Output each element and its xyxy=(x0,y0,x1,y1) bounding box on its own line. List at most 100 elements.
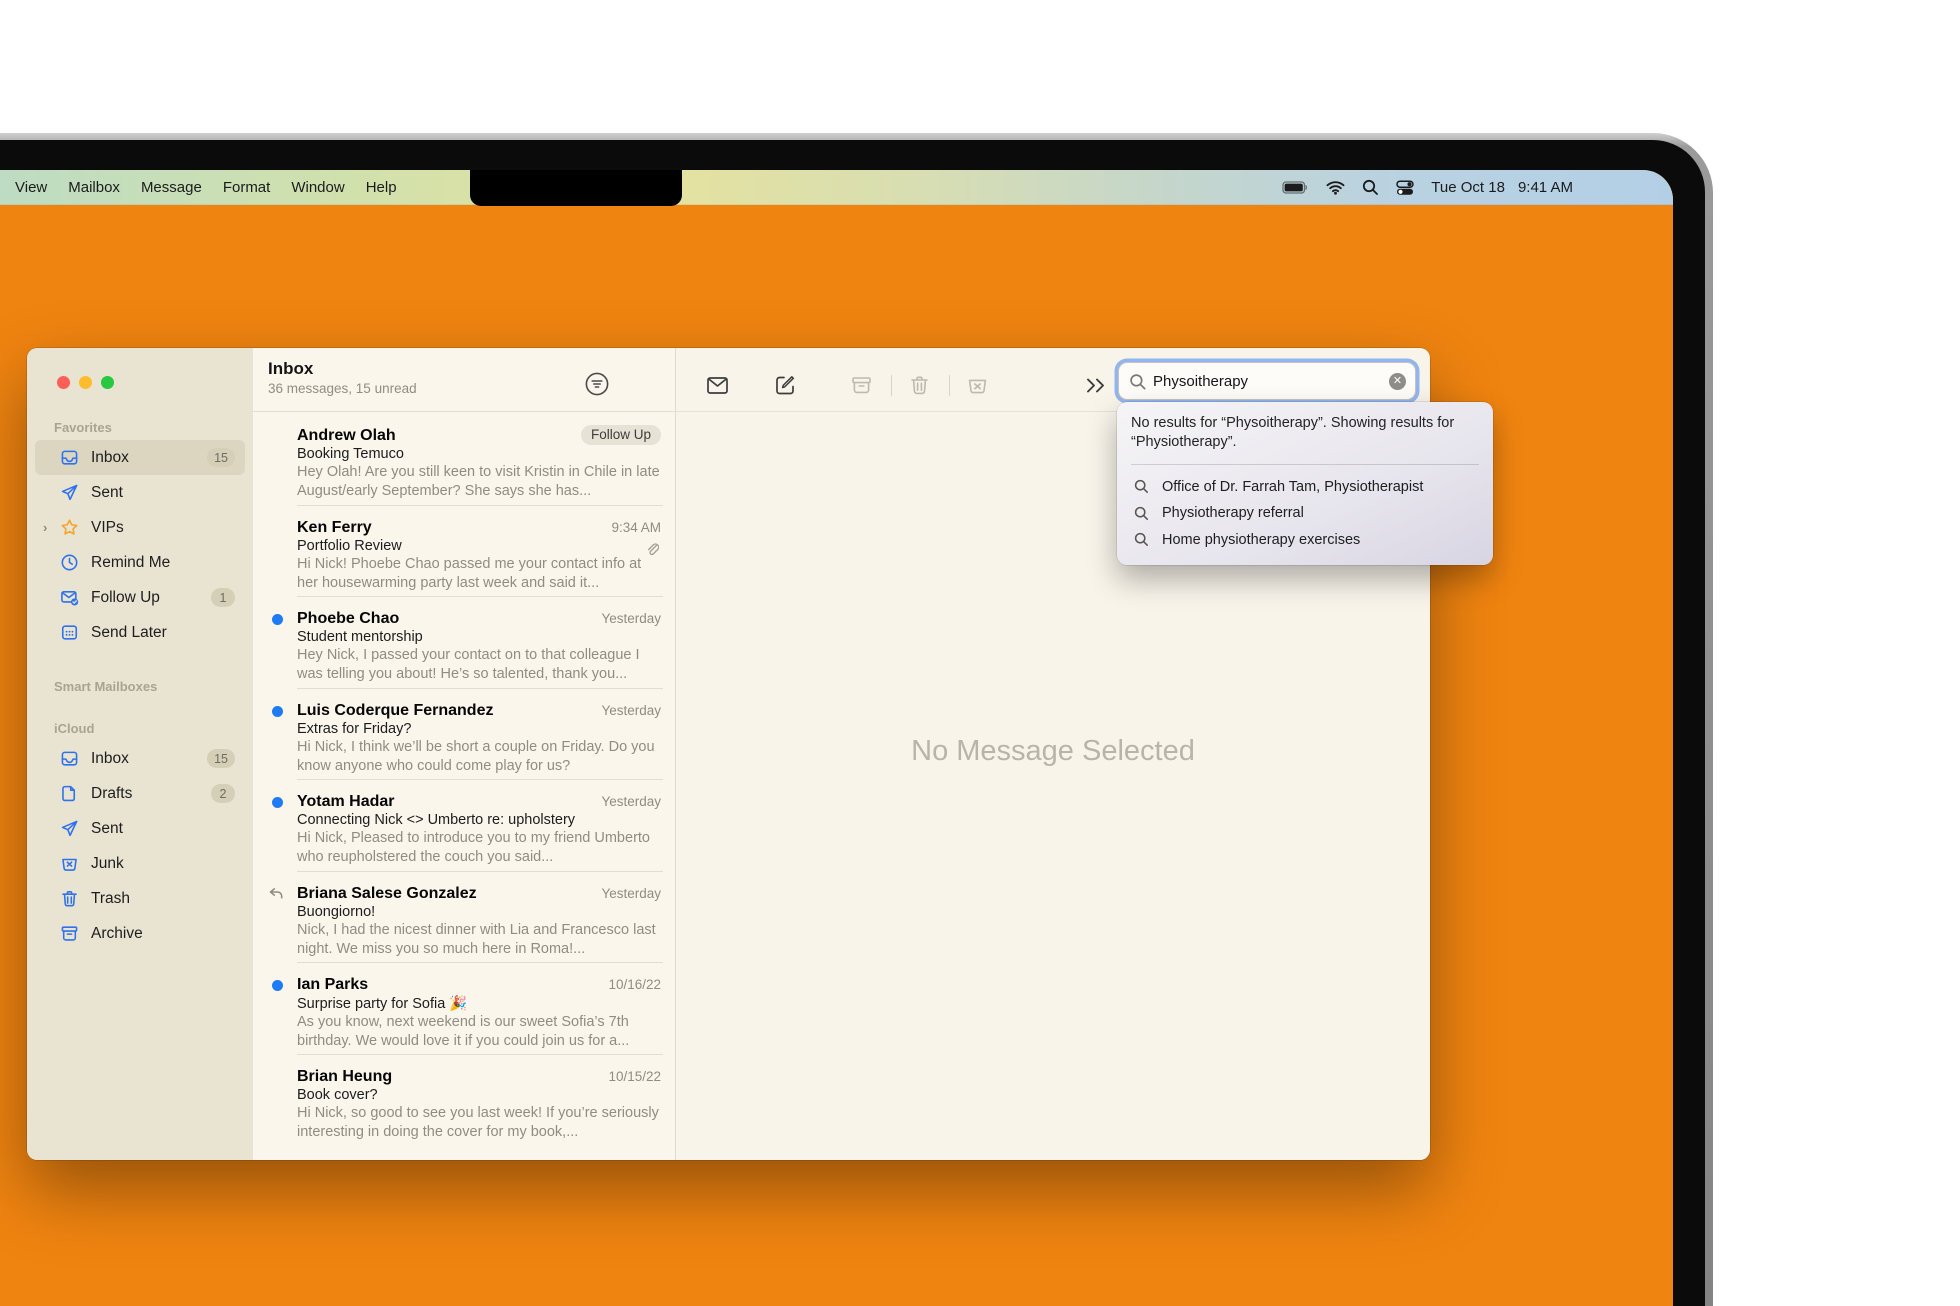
archive-message-icon[interactable] xyxy=(850,374,873,397)
sidebar-item-label: Junk xyxy=(91,855,124,873)
get-mail-icon[interactable] xyxy=(706,374,729,397)
paper-plane-icon xyxy=(60,819,79,838)
menu-item-message[interactable]: Message xyxy=(141,179,202,196)
control-center-icon[interactable] xyxy=(1396,180,1414,196)
sidebar-item-label: Remind Me xyxy=(91,554,170,572)
menu-item-window[interactable]: Window xyxy=(291,179,344,196)
sidebar-item-icloud-sent[interactable]: Sent xyxy=(35,811,245,846)
menu-item-view[interactable]: View xyxy=(15,179,47,196)
search-icon xyxy=(1134,532,1149,547)
search-suggestions-popover: No results for “Physoitherapy”. Showing … xyxy=(1117,402,1493,565)
message-date: Yesterday xyxy=(601,703,661,718)
message-date: Yesterday xyxy=(601,611,661,626)
message-sender: Yotam Hadar xyxy=(297,793,601,811)
search-icon xyxy=(1134,479,1149,494)
close-window-button[interactable] xyxy=(57,376,70,389)
sidebar-item-label: Follow Up xyxy=(91,589,160,607)
message-list[interactable]: Andrew OlahFollow UpBooking TemucoHey Ol… xyxy=(253,412,675,1160)
junk-icon xyxy=(60,854,79,873)
menu-item-format[interactable]: Format xyxy=(223,179,271,196)
sidebar-item-icloud-trash[interactable]: Trash xyxy=(35,881,245,916)
search-suggestion-physiotherapy-referral[interactable]: Physiotherapy referral xyxy=(1131,500,1479,527)
unread-dot xyxy=(272,797,283,808)
sidebar-item-favorites-vips[interactable]: ›VIPs xyxy=(35,510,245,545)
sidebar-sections: Favorites Inbox 15 Sent ›VIPs Remind Me Follow… xyxy=(27,420,253,951)
message-preview: Hi Nick, I think we’ll be short a couple… xyxy=(297,738,661,776)
sidebar-item-icloud-archive[interactable]: Archive xyxy=(35,916,245,951)
sidebar-item-icloud-drafts[interactable]: Drafts2 xyxy=(35,776,245,811)
no-message-selected-text: No Message Selected xyxy=(911,735,1195,768)
sidebar-item-icloud-inbox[interactable]: Inbox 15 xyxy=(35,741,245,776)
message-row-ken-ferry[interactable]: Ken Ferry9:34 AMPortfolio ReviewHi Nick!… xyxy=(253,506,675,598)
wifi-icon[interactable] xyxy=(1326,180,1345,195)
message-row-luis-coderque-fernandez[interactable]: Luis Coderque FernandezYesterdayExtras f… xyxy=(253,689,675,781)
sidebar-item-favorites-remind-me[interactable]: Remind Me xyxy=(35,545,245,580)
clear-search-icon[interactable]: ✕ xyxy=(1389,373,1406,390)
unread-dot xyxy=(272,614,283,625)
more-toolbar-items-icon[interactable] xyxy=(1084,375,1110,396)
message-sender: Phoebe Chao xyxy=(297,610,601,628)
search-correction-notice: No results for “Physoitherapy”. Showing … xyxy=(1131,414,1461,452)
message-sender: Andrew Olah xyxy=(297,427,581,445)
message-sender: Briana Salese Gonzalez xyxy=(297,885,601,903)
search-suggestion-home-physiotherapy-exercises[interactable]: Home physiotherapy exercises xyxy=(1131,526,1479,553)
search-field[interactable]: ✕ xyxy=(1118,362,1416,400)
sidebar-item-label: Drafts xyxy=(91,785,132,803)
sidebar-item-favorites-send-later[interactable]: Send Later xyxy=(35,615,245,650)
sidebar-item-label: Inbox xyxy=(91,750,129,768)
message-subject: Extras for Friday? xyxy=(297,721,661,737)
message-preview: Hi Nick, so good to see you last week! I… xyxy=(297,1104,661,1142)
menu-item-help[interactable]: Help xyxy=(366,179,397,196)
macbook-display: View Mailbox Message Format Window Help Tue O… xyxy=(0,0,1960,1306)
message-row-brian-heung[interactable]: Brian Heung10/15/22Book cover?Hi Nick, s… xyxy=(253,1055,675,1147)
message-preview: Hey Olah! Are you still keen to visit Kr… xyxy=(297,463,661,501)
inbox-icon xyxy=(60,448,79,467)
battery-icon[interactable] xyxy=(1282,179,1309,196)
menu-date: Tue Oct 18 xyxy=(1431,179,1505,196)
message-row-yotam-hadar[interactable]: Yotam HadarYesterdayConnecting Nick <> U… xyxy=(253,780,675,872)
search-input[interactable] xyxy=(1119,363,1415,399)
message-row-phoebe-chao[interactable]: Phoebe ChaoYesterday Student mentorshipHe… xyxy=(253,597,675,689)
compose-icon[interactable] xyxy=(774,374,797,397)
attachment-paperclip-icon xyxy=(644,542,659,557)
toolbar-separator xyxy=(891,375,892,396)
sidebar-item-label: Sent xyxy=(91,484,123,502)
sidebar-item-favorites-sent[interactable]: Sent xyxy=(35,475,245,510)
popover-divider xyxy=(1131,464,1479,465)
menu-item-mailbox[interactable]: Mailbox xyxy=(68,179,120,196)
window-controls xyxy=(57,376,114,389)
sidebar-item-favorites-inbox[interactable]: Inbox15 xyxy=(35,440,245,475)
star-icon xyxy=(60,518,79,537)
unread-count-badge: 15 xyxy=(207,749,235,768)
suggestion-label: Home physiotherapy exercises xyxy=(1162,532,1360,548)
filter-icon[interactable] xyxy=(583,370,611,398)
message-subject: Student mentorship xyxy=(297,629,661,645)
sidebar-item-label: Sent xyxy=(91,820,123,838)
search-suggestion-office-of-dr-farrah-tam-physiotherapist[interactable]: Office of Dr. Farrah Tam, Physiotherapis… xyxy=(1131,473,1479,500)
message-preview: Hi Nick! Phoebe Chao passed me your cont… xyxy=(297,555,661,593)
junk-message-icon[interactable] xyxy=(966,374,989,397)
message-subject: Book cover? xyxy=(297,1087,661,1103)
toolbar-separator xyxy=(949,375,950,396)
zoom-window-button[interactable] xyxy=(101,376,114,389)
sidebar-item-icloud-junk[interactable]: Junk xyxy=(35,846,245,881)
message-subject: Connecting Nick <> Umberto re: upholster… xyxy=(297,812,661,828)
menu-clock[interactable]: Tue Oct 18 9:41 AM xyxy=(1431,179,1573,196)
unread-dot xyxy=(272,706,283,717)
message-row-andrew-olah[interactable]: Andrew OlahFollow UpBooking TemucoHey Ol… xyxy=(253,414,675,506)
camera-notch xyxy=(470,170,682,206)
minimize-window-button[interactable] xyxy=(79,376,92,389)
expand-chevron-icon[interactable]: › xyxy=(43,520,55,535)
sidebar-section-favorites: Favorites xyxy=(54,420,253,435)
sidebar-item-favorites-follow-up[interactable]: Follow Up 1 xyxy=(35,580,245,615)
message-row-briana-salese-gonzalez[interactable]: Briana Salese GonzalezYesterdayBuongiorn… xyxy=(253,872,675,964)
delete-message-icon[interactable] xyxy=(908,374,931,397)
message-date: 9:34 AM xyxy=(611,520,661,535)
sidebar-section-smart-mailboxes: Smart Mailboxes xyxy=(54,679,253,694)
spotlight-search-icon[interactable] xyxy=(1362,179,1379,196)
message-preview: Hey Nick, I passed your contact on to th… xyxy=(297,646,661,684)
message-row-ian-parks[interactable]: Ian Parks10/16/22Surprise party for Sofi… xyxy=(253,963,675,1055)
unread-count-badge: 1 xyxy=(211,588,235,607)
message-preview: Hi Nick, Pleased to introduce you to my … xyxy=(297,829,661,867)
archive-icon xyxy=(60,924,79,943)
